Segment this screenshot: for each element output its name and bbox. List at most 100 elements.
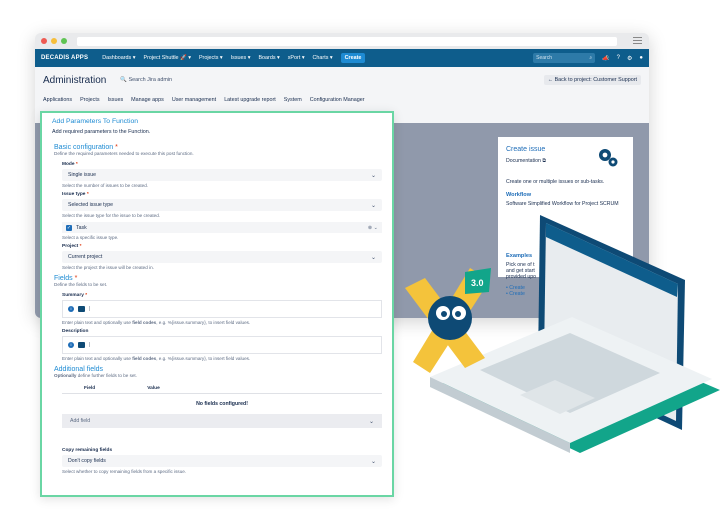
add-field-label: Add field — [70, 418, 91, 424]
text-cursor-icon: | — [89, 342, 91, 348]
search-input[interactable]: Search ⌕ — [533, 53, 596, 63]
avatar[interactable]: ● — [639, 55, 643, 61]
hamburger-menu-icon[interactable] — [633, 37, 642, 44]
fields-section: Fields * Define the fields to be set. Su… — [52, 275, 382, 361]
project-select[interactable]: Current project ⌄ — [62, 251, 382, 263]
add-parameters-dialog: Add Parameters To Function Add required … — [40, 111, 394, 497]
tab-projects[interactable]: Projects — [80, 97, 99, 103]
copy-fields-select[interactable]: Don't copy fields ⌄ — [62, 455, 382, 467]
issue-type-value: Selected issue type — [68, 202, 113, 208]
dialog-title: Add Parameters To Function — [52, 118, 139, 125]
chevron-down-icon: ⌄ — [370, 172, 376, 179]
decadis-logo[interactable]: DECADIS APPS — [41, 55, 88, 61]
clear-and-chevron-icon[interactable]: ⊗ ⌄ — [368, 225, 378, 231]
field-code-icon[interactable] — [78, 342, 85, 348]
description-editor[interactable]: i | — [62, 336, 382, 354]
tab-issues[interactable]: Issues — [108, 97, 124, 103]
issue-type-select[interactable]: Selected issue type ⌄ — [62, 199, 382, 211]
create-button[interactable]: Create — [340, 53, 366, 63]
gears-icon — [599, 149, 618, 167]
mode-label-text: Mode — [62, 162, 75, 167]
notification-icon[interactable]: 📣 — [602, 55, 609, 62]
nav-charts[interactable]: Charts ▾ — [313, 55, 333, 61]
mode-select[interactable]: Single issue ⌄ — [62, 169, 382, 181]
chevron-down-icon: ⌄ — [370, 254, 376, 261]
fields-table-header: Field Value — [62, 384, 382, 394]
basic-heading: Basic configuration — [54, 144, 114, 151]
fields-heading-text: Fields — [54, 275, 73, 282]
settings-gear-icon[interactable]: ⚙ — [627, 55, 632, 62]
task-label: Task — [76, 224, 87, 231]
copy-fields-section: Copy remaining fields Don't copy fields ⌄… — [52, 448, 382, 474]
tab-applications[interactable]: Applications — [43, 97, 72, 103]
tab-upgrade-report[interactable]: Latest upgrade report — [224, 97, 276, 103]
page-title: Administration — [43, 74, 107, 86]
maximize-dot-icon[interactable] — [61, 38, 67, 44]
tab-system[interactable]: System — [284, 97, 302, 103]
help-icon[interactable]: ? — [617, 55, 620, 61]
fields-description: Define the fields to be set. — [54, 282, 108, 287]
nav-dashboards[interactable]: Dashboards ▾ — [102, 55, 135, 61]
tab-configuration-manager[interactable]: Configuration Manager — [310, 97, 365, 103]
column-value: Value — [147, 386, 160, 391]
fields-heading: Fields * — [54, 275, 78, 282]
additional-description: Optionally define further fields to be s… — [54, 373, 382, 378]
search-icon: ⌕ — [589, 55, 593, 61]
nav-projects[interactable]: Projects ▾ — [199, 55, 223, 61]
summary-help-pre: Enter plain text and optionally use — [62, 320, 133, 325]
nav-issues[interactable]: Issues ▾ — [231, 55, 251, 61]
admin-tabs: Applications Projects Issues Manage apps… — [35, 93, 649, 107]
tab-user-management[interactable]: User management — [172, 97, 216, 103]
copy-fields-value: Don't copy fields — [68, 458, 106, 464]
nav-boards[interactable]: Boards ▾ — [258, 55, 279, 61]
column-field: Field — [84, 386, 96, 391]
issue-type-label: Issue type * — [62, 192, 89, 197]
project-value: Current project — [68, 254, 103, 260]
text-cursor-icon: | — [89, 306, 91, 312]
description-help-pre: Enter plain text and optionally use — [62, 356, 133, 361]
additional-heading: Additional fields — [54, 366, 104, 373]
section-description: Define the required parameters needed to… — [54, 151, 194, 156]
description-label: Description — [62, 329, 89, 334]
field-codes-link[interactable]: field codes — [132, 356, 156, 361]
info-icon[interactable]: i — [68, 306, 74, 312]
back-to-project-button[interactable]: ← Back to project: Customer Support — [543, 75, 641, 85]
info-icon[interactable]: i — [68, 342, 74, 348]
project-label: Project * — [62, 244, 82, 249]
summary-label-text: Summary — [62, 293, 84, 298]
mode-label: Mode * — [62, 162, 78, 167]
summary-editor[interactable]: i | — [62, 300, 382, 318]
additional-desc-bold: Optionally — [54, 373, 77, 378]
dialog-description: Add required parameters to the Function. — [52, 129, 151, 135]
nav-right: Search ⌕ 📣 ? ⚙ ● — [533, 53, 643, 63]
issue-type-help: Select the issue type for the issue to b… — [62, 213, 161, 218]
task-selector[interactable]: ✓ Task ⊗ ⌄ — [62, 222, 382, 233]
checkbox-icon: ✓ — [66, 224, 72, 231]
top-navigation: DECADIS APPS Dashboards ▾ Project Shuttl… — [35, 49, 649, 67]
stage: DECADIS APPS Dashboards ▾ Project Shuttl… — [0, 0, 725, 532]
additional-fields-section: Additional fields Optionally define furt… — [52, 366, 382, 428]
url-bar[interactable] — [77, 37, 617, 46]
tab-manage-apps[interactable]: Manage apps — [131, 97, 164, 103]
minimize-dot-icon[interactable] — [51, 38, 57, 44]
nav-xport[interactable]: xPort ▾ — [288, 55, 305, 61]
description-help-post: , e.g. %{issue.summary}, to insert field… — [156, 356, 251, 361]
project-help: Select the project the issue will be cre… — [62, 265, 154, 270]
close-dot-icon[interactable] — [41, 38, 47, 44]
mascot-illustration: 3.0 — [405, 268, 491, 373]
field-code-icon[interactable] — [78, 306, 85, 312]
chevron-down-icon: ⌄ — [368, 418, 374, 425]
add-field-select[interactable]: Add field ⌄ — [62, 414, 382, 428]
version-badge: 3.0 — [471, 278, 484, 288]
field-codes-link[interactable]: field codes — [132, 320, 156, 325]
admin-search[interactable]: 🔍 Search Jira admin — [120, 77, 172, 83]
admin-header: Administration 🔍 Search Jira admin ← Bac… — [35, 67, 649, 93]
summary-help-post: , e.g. %{issue.summary}, to insert field… — [156, 320, 251, 325]
browser-chrome — [35, 33, 649, 49]
copy-fields-help: Select whether to copy remaining fields … — [62, 469, 187, 474]
description-help: Enter plain text and optionally use fiel… — [62, 356, 382, 361]
basic-configuration-section: Basic configuration * Define the require… — [52, 144, 382, 270]
search-placeholder: Search — [536, 55, 552, 61]
empty-table-message: No fields configured! — [196, 401, 248, 407]
nav-project-shuttle[interactable]: Project Shuttle 🚀 ▾ — [143, 55, 190, 61]
